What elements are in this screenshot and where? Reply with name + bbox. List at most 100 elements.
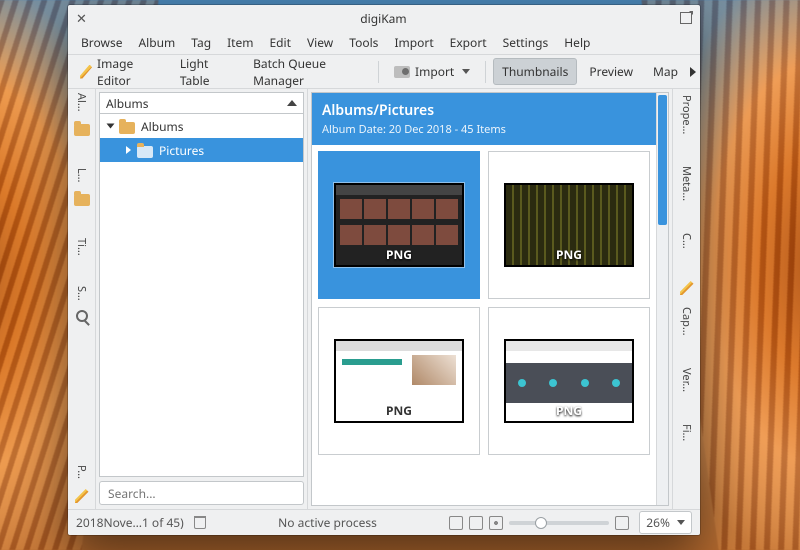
chevron-down-icon bbox=[462, 69, 470, 74]
thumbnail-image: PNG bbox=[334, 339, 464, 423]
menu-tools[interactable]: Tools bbox=[342, 32, 385, 53]
zoom-value-box[interactable]: 26% bbox=[639, 511, 692, 534]
menu-edit[interactable]: Edit bbox=[262, 32, 297, 53]
tree-root[interactable]: Albums bbox=[100, 114, 303, 138]
main-panel: Albums/Pictures Album Date: 20 Dec 2018 … bbox=[308, 89, 672, 509]
rail-colors[interactable]: C… bbox=[679, 233, 694, 249]
menu-browse[interactable]: Browse bbox=[74, 32, 129, 53]
tree-item-label: Pictures bbox=[159, 142, 204, 159]
format-badge: PNG bbox=[556, 246, 582, 265]
toolbar: Image Editor Light Table Batch Queue Man… bbox=[68, 55, 700, 89]
close-icon[interactable]: ✕ bbox=[76, 9, 87, 27]
menu-view[interactable]: View bbox=[300, 32, 340, 53]
app-window: ✕ digiKam Browse Album Tag Item Edit Vie… bbox=[68, 5, 700, 535]
toolbar-separator bbox=[485, 61, 486, 83]
rail-search[interactable]: S… bbox=[74, 286, 89, 301]
tree-header[interactable]: Albums bbox=[99, 92, 304, 114]
vertical-scrollbar[interactable] bbox=[656, 93, 668, 505]
import-label: Import bbox=[415, 63, 454, 80]
menu-export[interactable]: Export bbox=[443, 32, 494, 53]
zoom-slider[interactable] bbox=[509, 521, 609, 525]
tree-title: Albums bbox=[106, 95, 149, 112]
search-box bbox=[99, 481, 304, 505]
maximize-icon[interactable] bbox=[680, 12, 692, 24]
left-panel: Albums Albums Pictures bbox=[96, 89, 308, 509]
preview-button[interactable]: Preview bbox=[581, 59, 641, 84]
preview-label: Preview bbox=[589, 63, 633, 80]
thumb-size-large-icon[interactable] bbox=[489, 516, 503, 530]
rail-people[interactable]: P… bbox=[74, 465, 89, 479]
tree-root-label: Albums bbox=[141, 118, 184, 135]
sort-arrow-icon bbox=[287, 100, 297, 106]
rail-albums[interactable]: Al… bbox=[74, 93, 89, 112]
status-process: No active process bbox=[278, 514, 377, 531]
album-path: Albums/Pictures bbox=[322, 101, 646, 120]
pencil-icon bbox=[75, 489, 89, 503]
trash-icon[interactable] bbox=[194, 516, 206, 529]
search-icon bbox=[76, 310, 88, 322]
format-badge: PNG bbox=[386, 246, 412, 265]
menu-item[interactable]: Item bbox=[220, 32, 260, 53]
expand-icon[interactable] bbox=[126, 146, 131, 154]
slider-knob[interactable] bbox=[535, 517, 547, 529]
format-badge: PNG bbox=[386, 402, 412, 421]
titlebar[interactable]: ✕ digiKam bbox=[68, 5, 700, 31]
folder-icon bbox=[137, 146, 153, 158]
menu-help[interactable]: Help bbox=[557, 32, 597, 53]
expand-icon[interactable] bbox=[107, 124, 115, 129]
status-bar: 2018Nove…1 of 45) No active process 26% bbox=[68, 509, 700, 535]
rail-filters[interactable]: Fi… bbox=[679, 424, 694, 441]
rail-timeline[interactable]: Ti… bbox=[74, 238, 89, 256]
light-table-button[interactable]: Light Table bbox=[172, 51, 241, 93]
menu-album[interactable]: Album bbox=[131, 32, 182, 53]
map-button[interactable]: Map bbox=[645, 59, 686, 84]
toolbar-overflow-icon[interactable] bbox=[690, 67, 696, 77]
thumbnail-item[interactable]: PNG bbox=[318, 307, 480, 455]
batch-queue-button[interactable]: Batch Queue Manager bbox=[245, 51, 371, 93]
thumbnails-label: Thumbnails bbox=[502, 63, 568, 80]
image-editor-button[interactable]: Image Editor bbox=[72, 51, 168, 93]
light-table-label: Light Table bbox=[180, 55, 233, 89]
rail-labels[interactable]: L… bbox=[74, 168, 89, 182]
rail-properties[interactable]: Prope… bbox=[679, 95, 694, 134]
batch-queue-label: Batch Queue Manager bbox=[253, 55, 363, 89]
map-label: Map bbox=[653, 63, 678, 80]
menu-tag[interactable]: Tag bbox=[184, 32, 218, 53]
scrollbar-thumb[interactable] bbox=[658, 95, 667, 225]
rail-versions[interactable]: Ver… bbox=[679, 368, 694, 392]
pencil-icon bbox=[80, 65, 92, 79]
right-sidebar-rail: Prope… Meta… C… Cap… Ver… Fi… bbox=[672, 89, 700, 509]
thumbnail-item[interactable]: PNG bbox=[488, 151, 650, 299]
thumb-size-small-icon[interactable] bbox=[449, 516, 463, 530]
thumb-size-fit-icon[interactable] bbox=[469, 516, 483, 530]
format-badge: PNG bbox=[556, 402, 582, 421]
camera-icon bbox=[394, 66, 410, 78]
rail-captions[interactable]: Cap… bbox=[679, 307, 694, 336]
folder-icon bbox=[74, 194, 90, 206]
import-button[interactable]: Import bbox=[386, 59, 478, 84]
album-header: Albums/Pictures Album Date: 20 Dec 2018 … bbox=[312, 93, 656, 145]
zoom-value: 26% bbox=[646, 514, 670, 531]
thumbnails-button[interactable]: Thumbnails bbox=[493, 58, 577, 85]
tree-item-pictures[interactable]: Pictures bbox=[100, 138, 303, 162]
thumbnail-item[interactable]: PNG bbox=[488, 307, 650, 455]
menu-import[interactable]: Import bbox=[387, 32, 440, 53]
chevron-down-icon bbox=[677, 520, 685, 525]
thumbnail-image: PNG bbox=[504, 339, 634, 423]
search-input[interactable] bbox=[99, 481, 304, 505]
toolbar-separator bbox=[378, 61, 379, 83]
thumbnail-image: PNG bbox=[334, 183, 464, 267]
albums-tree[interactable]: Albums Pictures bbox=[99, 114, 304, 477]
rail-metadata[interactable]: Meta… bbox=[679, 166, 694, 201]
thumbnail-grid[interactable]: Albums/Pictures Album Date: 20 Dec 2018 … bbox=[312, 93, 656, 505]
folder-icon[interactable] bbox=[74, 124, 90, 136]
thumbnail-item[interactable]: PNG bbox=[318, 151, 480, 299]
window-title: digiKam bbox=[87, 10, 680, 27]
image-editor-label: Image Editor bbox=[97, 55, 160, 89]
menu-settings[interactable]: Settings bbox=[496, 32, 556, 53]
album-subtitle: Album Date: 20 Dec 2018 - 45 Items bbox=[322, 122, 646, 137]
thumbnail-image: PNG bbox=[504, 183, 634, 267]
left-sidebar-rail: Al… L… Ti… S… P… bbox=[68, 89, 96, 509]
zoom-fit-icon[interactable] bbox=[615, 516, 629, 530]
pencil-icon bbox=[680, 281, 694, 295]
